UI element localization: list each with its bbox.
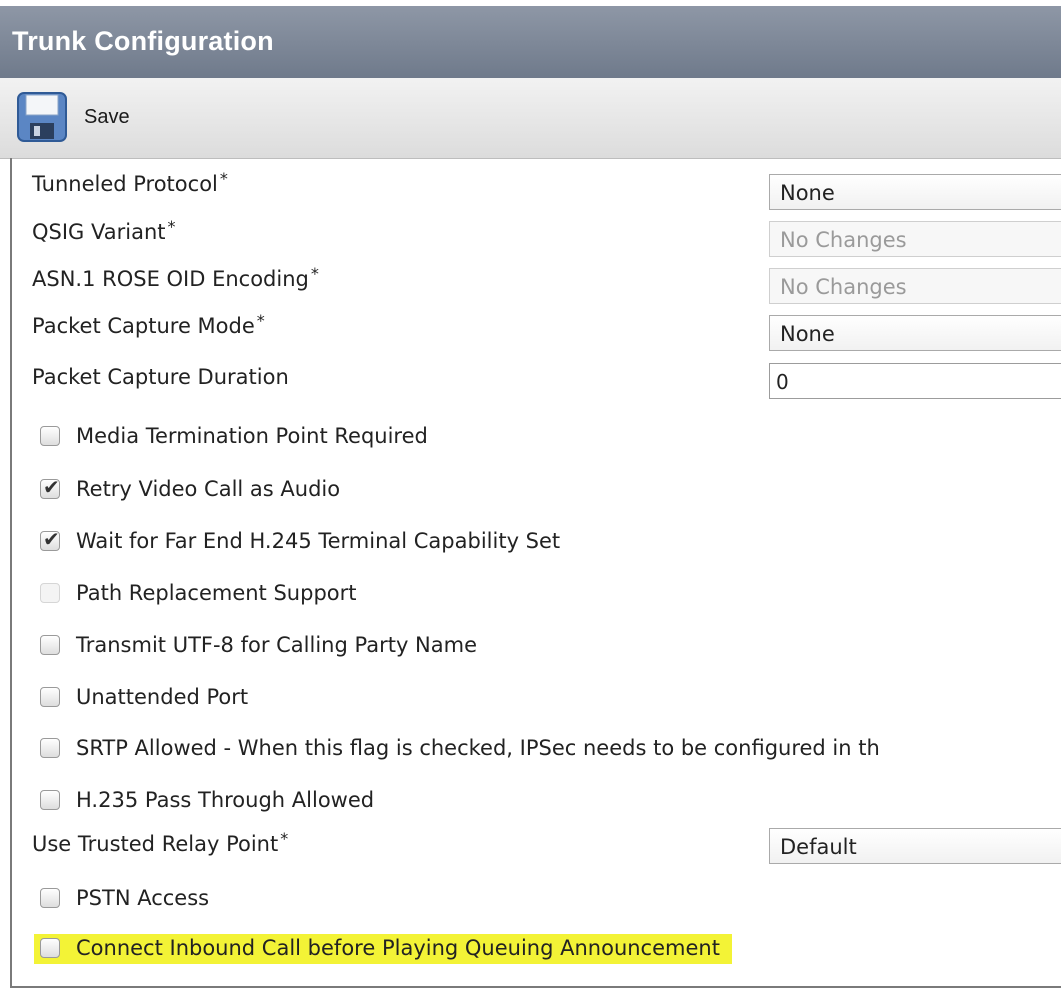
mtp-required-option[interactable]: Media Termination Point Required	[40, 424, 428, 448]
packet-capture-mode-label: Packet Capture Mode *	[32, 311, 265, 338]
srtp-allowed-option[interactable]: SRTP Allowed - When this flag is checked…	[40, 736, 880, 760]
connect-inbound-option[interactable]: Connect Inbound Call before Playing Queu…	[34, 934, 732, 964]
qsig-variant-select[interactable]: No Changes	[769, 221, 1061, 257]
path-replacement-label: Path Replacement Support	[76, 581, 357, 605]
srtp-allowed-checkbox[interactable]	[40, 738, 60, 758]
packet-capture-mode-value: None	[780, 322, 835, 346]
pstn-access-label: PSTN Access	[76, 886, 210, 910]
trusted-relay-value: Default	[780, 835, 857, 859]
mtp-required-label: Media Termination Point Required	[76, 424, 428, 448]
unattended-port-label: Unattended Port	[76, 685, 249, 709]
page-title: Trunk Configuration	[12, 26, 274, 56]
transmit-utf8-option[interactable]: Transmit UTF-8 for Calling Party Name	[40, 633, 477, 657]
connect-inbound-label: Connect Inbound Call before Playing Queu…	[76, 936, 720, 960]
required-marker: *	[167, 217, 176, 236]
packet-capture-duration-input[interactable]: 0	[769, 363, 1061, 399]
transmit-utf8-label: Transmit UTF-8 for Calling Party Name	[76, 633, 477, 657]
packet-capture-mode-select[interactable]: None	[769, 315, 1061, 351]
path-replacement-checkbox[interactable]	[40, 583, 60, 603]
floppy-disk-icon	[17, 92, 67, 142]
wait-far-end-option[interactable]: Wait for Far End H.245 Terminal Capabili…	[40, 527, 561, 553]
retry-video-label: Retry Video Call as Audio	[76, 477, 341, 501]
retry-video-checkbox[interactable]	[40, 475, 60, 499]
srtp-allowed-label: SRTP Allowed - When this flag is checked…	[76, 736, 880, 760]
retry-video-option[interactable]: Retry Video Call as Audio	[40, 475, 341, 501]
tunneled-protocol-select[interactable]: None	[769, 174, 1061, 210]
pstn-access-checkbox[interactable]	[40, 888, 60, 908]
pstn-access-option[interactable]: PSTN Access	[40, 886, 209, 910]
packet-capture-duration-label: Packet Capture Duration	[32, 365, 289, 389]
h235-pass-through-checkbox[interactable]	[40, 790, 60, 810]
toolbar: Save	[0, 78, 1061, 159]
unattended-port-checkbox[interactable]	[40, 687, 60, 707]
asn1-rose-oid-encoding-value: No Changes	[780, 275, 907, 299]
transmit-utf8-checkbox[interactable]	[40, 635, 60, 655]
tunneled-protocol-label: Tunneled Protocol *	[32, 169, 228, 196]
wait-far-end-checkbox[interactable]	[40, 527, 60, 551]
wait-far-end-label: Wait for Far End H.245 Terminal Capabili…	[76, 529, 561, 553]
required-marker: *	[310, 264, 319, 283]
trusted-relay-label: Use Trusted Relay Point *	[32, 829, 289, 856]
required-marker: *	[219, 169, 228, 188]
trunk-settings-panel: Tunneled Protocol * None QSIG Variant * No…	[10, 158, 1061, 988]
h235-pass-through-option[interactable]: H.235 Pass Through Allowed	[40, 788, 374, 812]
title-bar: Trunk Configuration	[0, 0, 1061, 78]
h235-pass-through-label: H.235 Pass Through Allowed	[76, 788, 375, 812]
asn1-rose-oid-encoding-label: ASN.1 ROSE OID Encoding *	[32, 264, 319, 291]
connect-inbound-checkbox[interactable]	[40, 938, 60, 958]
asn1-rose-oid-encoding-select[interactable]: No Changes	[769, 268, 1061, 304]
packet-capture-duration-value: 0	[776, 370, 789, 394]
qsig-variant-label: QSIG Variant *	[32, 217, 176, 244]
tunneled-protocol-value: None	[780, 181, 835, 205]
save-label: Save	[84, 105, 130, 128]
save-button[interactable]: Save	[16, 92, 130, 142]
path-replacement-option[interactable]: Path Replacement Support	[40, 581, 357, 605]
mtp-required-checkbox[interactable]	[40, 426, 60, 446]
required-marker: *	[256, 311, 265, 330]
required-marker: *	[280, 829, 289, 848]
trusted-relay-select[interactable]: Default	[769, 828, 1061, 864]
qsig-variant-value: No Changes	[780, 228, 907, 252]
unattended-port-option[interactable]: Unattended Port	[40, 685, 248, 709]
